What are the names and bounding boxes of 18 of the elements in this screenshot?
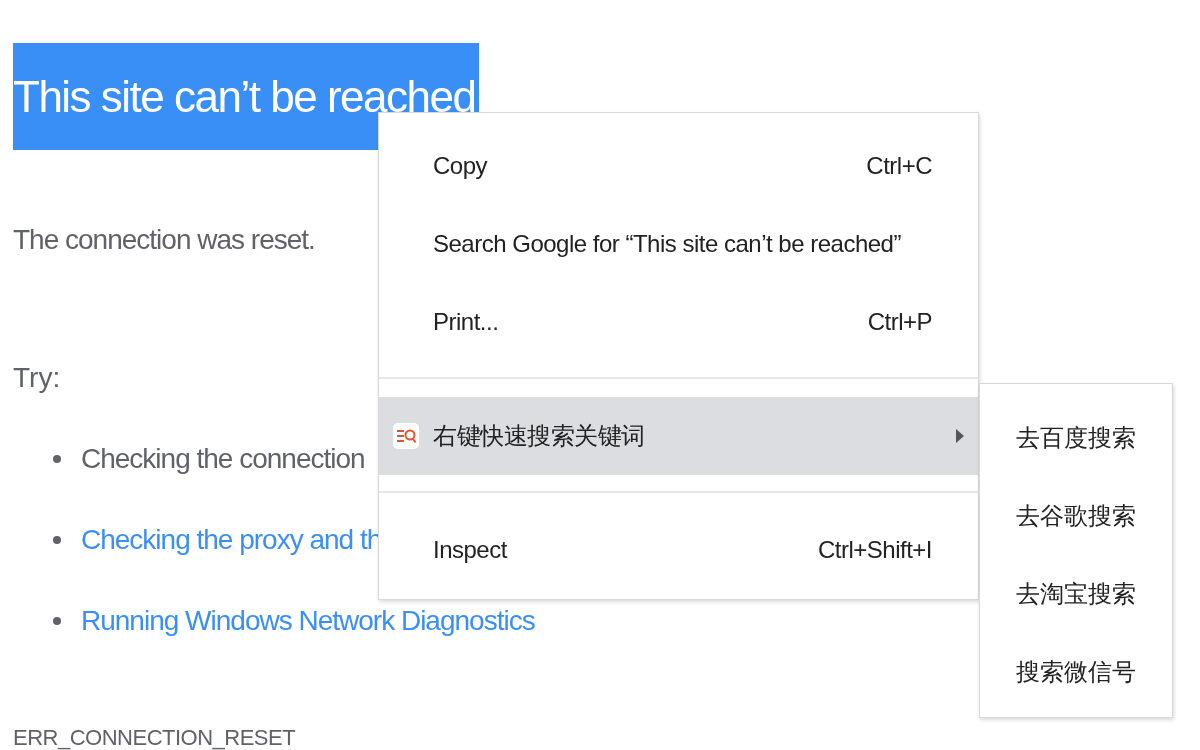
submenu-option[interactable]: 搜索微信号	[980, 633, 1172, 711]
submenu-arrow-icon	[956, 428, 964, 444]
bullet-icon	[53, 454, 61, 463]
try-label: Try:	[13, 362, 61, 394]
error-message: The connection was reset.	[13, 224, 315, 256]
bullet-icon	[53, 535, 61, 544]
menu-item[interactable]: Print... Ctrl+P	[379, 283, 978, 361]
submenu-item[interactable]: 右键快速搜索关键词	[379, 397, 978, 475]
menu-item[interactable]: Search Google for “This site can’t be reached”	[379, 205, 978, 283]
bullet-icon	[53, 616, 61, 625]
page-title: This site can’t be reached	[13, 43, 480, 150]
submenu-option[interactable]: 去百度搜索	[980, 399, 1172, 477]
menu-item[interactable]: Inspect Ctrl+Shift+I	[379, 511, 978, 589]
search-extension-icon	[393, 423, 419, 449]
submenu-option[interactable]: 去淘宝搜索	[980, 555, 1172, 633]
submenu-option[interactable]: 去谷歌搜索	[980, 477, 1172, 555]
suggestion-text: Checking the connection	[81, 442, 365, 475]
error-code: ERR_CONNECTION_RESET	[13, 725, 296, 750]
